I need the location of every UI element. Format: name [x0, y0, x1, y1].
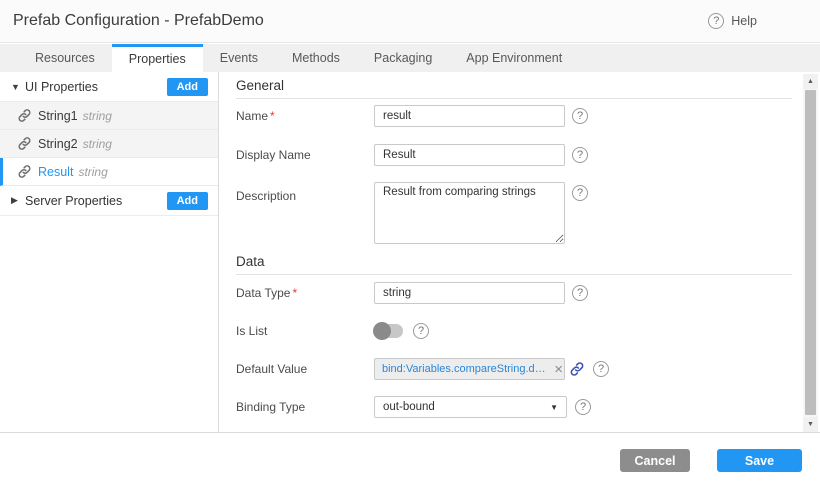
save-button[interactable]: Save [717, 449, 802, 472]
add-ui-property-button[interactable]: Add [167, 78, 208, 96]
caret-down-icon: ▼ [11, 82, 25, 92]
general-section-title: General [236, 78, 792, 99]
property-name: String2 [38, 137, 78, 151]
dialog-footer: Cancel Save [0, 432, 820, 489]
tab-properties[interactable]: Properties [112, 44, 203, 72]
required-asterisk: * [270, 109, 275, 123]
tab-methods[interactable]: Methods [275, 44, 357, 72]
link-icon [17, 108, 32, 123]
help-link[interactable]: ? Help [708, 13, 757, 29]
name-input[interactable] [374, 105, 565, 127]
help-label: Help [731, 14, 757, 28]
tab-packaging[interactable]: Packaging [357, 44, 449, 72]
display-name-input[interactable] [374, 144, 565, 166]
name-help-icon[interactable]: ? [572, 108, 588, 124]
display-name-label: Display Name [236, 144, 366, 167]
dialog-header: Prefab Configuration - PrefabDemo ? Help [0, 0, 820, 43]
binding-type-label: Binding Type [236, 396, 366, 419]
tab-bar: Resources Properties Events Methods Pack… [0, 44, 820, 72]
default-value-help-icon[interactable]: ? [593, 361, 609, 377]
dropdown-arrow-icon: ▼ [550, 403, 558, 412]
description-help-icon[interactable]: ? [572, 185, 588, 201]
ui-properties-group[interactable]: ▼ UI Properties Add [0, 72, 218, 102]
properties-sidebar: ▼ UI Properties Add String1 string Strin… [0, 72, 219, 432]
required-asterisk: * [292, 286, 297, 300]
display-name-help-icon[interactable]: ? [572, 147, 588, 163]
server-properties-label: Server Properties [25, 194, 122, 208]
default-value-label: Default Value [236, 358, 366, 381]
server-properties-group[interactable]: ▶ Server Properties Add [0, 186, 218, 216]
description-textarea[interactable]: Result from comparing strings [374, 182, 565, 244]
data-type-label: Data Type* [236, 282, 366, 305]
default-value-binding-field[interactable]: bind:Variables.compareString.dataSet... … [374, 358, 565, 380]
binding-type-help-icon[interactable]: ? [575, 399, 591, 415]
tab-resources[interactable]: Resources [18, 44, 112, 72]
property-type: string [83, 137, 112, 151]
scroll-up-arrow-icon[interactable]: ▲ [803, 74, 818, 89]
is-list-label: Is List [236, 320, 366, 343]
is-list-help-icon[interactable]: ? [413, 323, 429, 339]
clear-binding-icon[interactable]: × [554, 360, 563, 380]
description-label: Description [236, 185, 366, 208]
property-type: string [78, 165, 107, 179]
vertical-scrollbar[interactable]: ▲ ▼ [803, 74, 818, 432]
tab-events[interactable]: Events [203, 44, 275, 72]
property-name: String1 [38, 109, 78, 123]
sidebar-item-result[interactable]: Result string [0, 158, 218, 186]
property-form: General Name* ? Display Name ? Descripti… [220, 72, 820, 432]
property-name: Result [38, 165, 73, 179]
link-icon [17, 164, 32, 179]
binding-expression: bind:Variables.compareString.dataSet... [382, 363, 547, 375]
sidebar-item-string2[interactable]: String2 string [0, 130, 218, 158]
ui-properties-label: UI Properties [25, 80, 98, 94]
sidebar-item-string1[interactable]: String1 string [0, 102, 218, 130]
toggle-knob [373, 322, 391, 340]
add-server-property-button[interactable]: Add [167, 192, 208, 210]
data-section-title: Data [236, 254, 792, 275]
caret-right-icon: ▶ [11, 195, 25, 206]
tab-app-environment[interactable]: App Environment [449, 44, 579, 72]
link-icon [17, 136, 32, 151]
name-label: Name* [236, 105, 366, 128]
selected-option: out-bound [383, 401, 550, 413]
cancel-button[interactable]: Cancel [620, 449, 690, 472]
dialog-title: Prefab Configuration - PrefabDemo [13, 12, 264, 30]
data-type-input[interactable] [374, 282, 565, 304]
scroll-down-arrow-icon[interactable]: ▼ [803, 417, 818, 432]
scrollbar-thumb[interactable] [805, 90, 816, 415]
is-list-toggle[interactable] [374, 324, 403, 338]
data-type-help-icon[interactable]: ? [572, 285, 588, 301]
bind-link-icon[interactable] [569, 361, 585, 377]
property-type: string [83, 109, 112, 123]
binding-type-select[interactable]: out-bound ▼ [374, 396, 567, 418]
help-icon: ? [708, 13, 724, 29]
